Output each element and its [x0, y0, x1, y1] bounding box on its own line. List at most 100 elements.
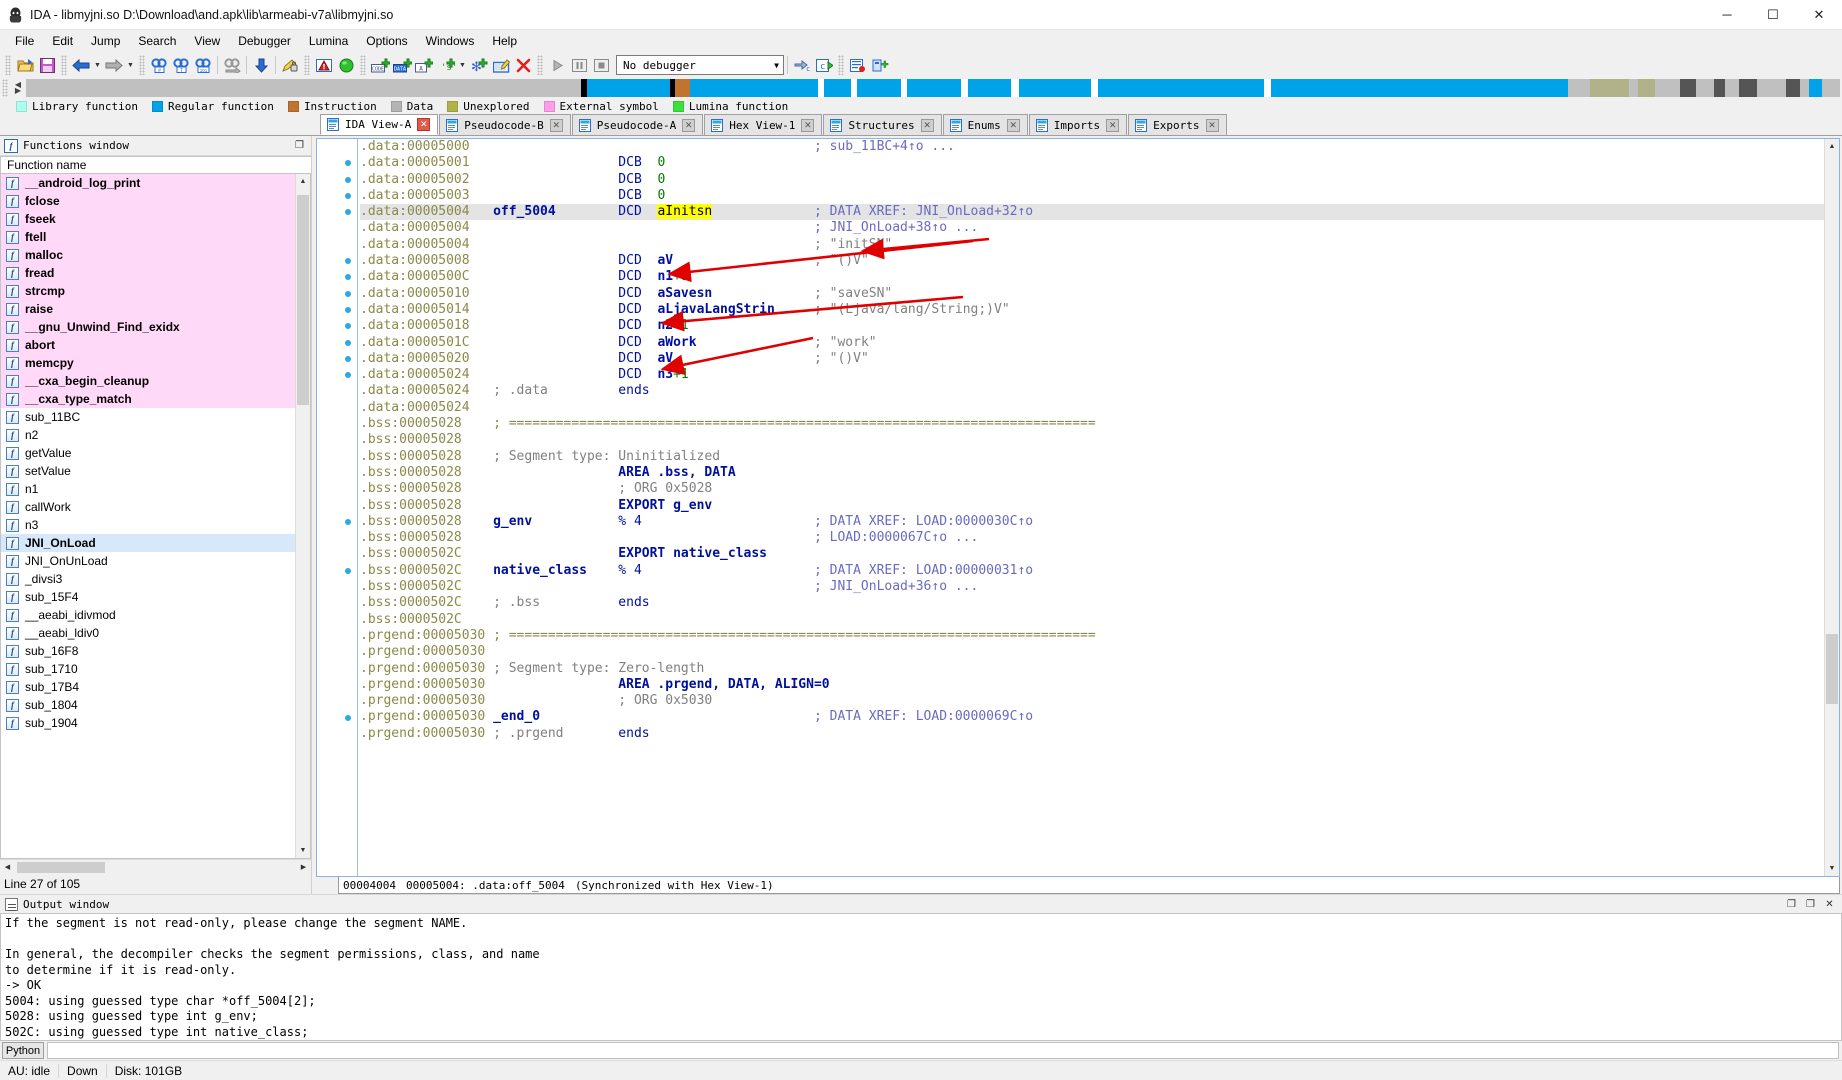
toolbar-grip-6[interactable]: [537, 55, 543, 75]
function-list-item[interactable]: f sub_16F8: [1, 642, 295, 660]
toolbar-grip[interactable]: [5, 55, 11, 75]
disassembly-line[interactable]: .bss:00005028 EXPORT g_env: [360, 498, 1824, 514]
rename-icon[interactable]: [490, 54, 512, 76]
make-string-dropdown-icon[interactable]: ▼: [457, 54, 468, 76]
navband-grip[interactable]: [2, 79, 8, 97]
menu-item-windows[interactable]: Windows: [417, 32, 484, 50]
function-list-item[interactable]: f JNI_OnLoad: [1, 534, 295, 552]
function-list-item[interactable]: f getValue: [1, 444, 295, 462]
toolbar-grip-4[interactable]: [304, 55, 310, 75]
function-list-item[interactable]: f fclose: [1, 192, 295, 210]
forward-dropdown-icon[interactable]: ▼: [125, 54, 136, 76]
run-green-icon[interactable]: [335, 54, 357, 76]
functions-scroll-up-button[interactable]: ▲: [296, 174, 310, 189]
forward-arrow-icon[interactable]: [103, 54, 125, 76]
disassembly-line[interactable]: .data:00005003 DCB 0: [360, 188, 1824, 204]
disassembly-line[interactable]: .data:00005004 ; "initSN": [360, 237, 1824, 253]
output-window-close-button[interactable]: ✕: [1823, 898, 1836, 911]
functions-scroll-thumb[interactable]: [297, 195, 309, 405]
disassembly-line[interactable]: .data:00005014 DCD aLjavaLangStrin ; "(L…: [360, 302, 1824, 318]
menu-item-view[interactable]: View: [185, 32, 229, 50]
function-list-item[interactable]: f JNI_OnUnLoad: [1, 552, 295, 570]
functions-scroll-down-button[interactable]: ▼: [296, 843, 310, 858]
make-code-icon[interactable]: CODE: [369, 54, 391, 76]
search-text-icon[interactable]: T: [170, 54, 192, 76]
save-icon[interactable]: [36, 54, 58, 76]
functions-vertical-scrollbar[interactable]: ▲ ▼: [295, 174, 310, 858]
functions-window-restore-button[interactable]: ❐: [293, 139, 306, 152]
back-arrow-icon[interactable]: [70, 54, 92, 76]
disassembly-line[interactable]: .data:00005018 DCD n2+1: [360, 318, 1824, 334]
tab-close-icon[interactable]: ✕: [417, 118, 431, 131]
debug-pause-icon[interactable]: [568, 54, 590, 76]
command-input[interactable]: [47, 1042, 1839, 1059]
disassembly-line[interactable]: .bss:0000502C: [360, 612, 1824, 628]
function-list-item[interactable]: f __android_log_print: [1, 174, 295, 192]
disassembly-line[interactable]: .data:00005010 DCD aSavesn ; "saveSN": [360, 286, 1824, 302]
search-hash-icon[interactable]: #: [148, 54, 170, 76]
function-list-item[interactable]: f __cxa_type_match: [1, 390, 295, 408]
disassembly-line[interactable]: .bss:00005028 ; LOAD:0000067C↑o ...: [360, 530, 1824, 546]
menu-item-search[interactable]: Search: [129, 32, 185, 50]
navband-scroll-arrows[interactable]: ◀ ▶: [10, 81, 26, 95]
make-data-icon[interactable]: DATA: [391, 54, 413, 76]
function-list-item[interactable]: f raise: [1, 300, 295, 318]
function-list-item[interactable]: f n1: [1, 480, 295, 498]
function-list-item[interactable]: f sub_11BC: [1, 408, 295, 426]
warning-icon[interactable]: [313, 54, 335, 76]
disassembly-line[interactable]: .bss:00005028 AREA .bss, DATA: [360, 465, 1824, 481]
disassembly-line[interactable]: .prgend:00005030 ; .prgend ends: [360, 726, 1824, 742]
function-list-item[interactable]: f malloc: [1, 246, 295, 264]
disassembly-line[interactable]: .bss:0000502C native_class % 4 ; DATA XR…: [360, 563, 1824, 579]
jump-down-icon[interactable]: [250, 54, 272, 76]
functions-list[interactable]: f __android_log_print f fclose f fseek f ftell f…: [1, 174, 295, 858]
menu-item-help[interactable]: Help: [483, 32, 526, 50]
functions-hscroll-track[interactable]: [15, 861, 296, 874]
disassembly-line[interactable]: .data:00005004 ; JNI_OnLoad+38↑o ...: [360, 220, 1824, 236]
disassembly-line[interactable]: .prgend:00005030 ; ORG 0x5030: [360, 693, 1824, 709]
toolbar-grip-5[interactable]: [360, 55, 366, 75]
functions-hscroll-thumb[interactable]: [17, 861, 105, 873]
search-next-icon[interactable]: [221, 54, 243, 76]
function-list-item[interactable]: f n2: [1, 426, 295, 444]
disassembly-line[interactable]: .bss:00005028: [360, 432, 1824, 448]
disassembly-scroll-up-button[interactable]: ▲: [1825, 139, 1839, 154]
disassembly-line[interactable]: .data:0000500C DCD n1+1: [360, 269, 1824, 285]
tab-exports[interactable]: Exports ✕: [1128, 114, 1227, 135]
disassembly-vertical-scrollbar[interactable]: ▲ ▼: [1824, 139, 1839, 876]
tab-pseudocode-b[interactable]: Pseudocode-B ✕: [439, 114, 571, 135]
function-list-item[interactable]: f strcmp: [1, 282, 295, 300]
disassembly-line[interactable]: .bss:0000502C EXPORT native_class: [360, 546, 1824, 562]
function-list-item[interactable]: f abort: [1, 336, 295, 354]
output-window-restore-button[interactable]: ❐: [1785, 898, 1798, 911]
function-list-item[interactable]: f _divsi3: [1, 570, 295, 588]
disassembly-scroll-track[interactable]: [1825, 154, 1839, 861]
disassembly-line[interactable]: .bss:00005028 ; ========================…: [360, 416, 1824, 432]
menu-item-debugger[interactable]: Debugger: [229, 32, 300, 50]
search-binary-icon[interactable]: 101: [192, 54, 214, 76]
toolbar-grip-3[interactable]: [139, 55, 145, 75]
python-prompt-label[interactable]: Python: [2, 1042, 44, 1059]
disassembly-line[interactable]: .prgend:00005030 _end_0 ; DATA XREF: LOA…: [360, 709, 1824, 725]
make-string-icon[interactable]: 's': [435, 54, 457, 76]
debugger-select[interactable]: No debugger ▼: [616, 55, 784, 75]
disassembly-line[interactable]: .data:00005002 DCB 0: [360, 172, 1824, 188]
step-over-icon[interactable]: c: [813, 54, 835, 76]
tab-pseudocode-a[interactable]: Pseudocode-A ✕: [571, 114, 704, 135]
tab-ida-view-a[interactable]: IDA View-A ✕: [320, 114, 439, 135]
open-file-icon[interactable]: [14, 54, 36, 76]
function-list-item[interactable]: f __cxa_begin_cleanup: [1, 372, 295, 390]
debug-stop-icon[interactable]: [590, 54, 612, 76]
disassembly-line[interactable]: .data:00005024 ; .data ends: [360, 383, 1824, 399]
minimize-button[interactable]: ─: [1704, 0, 1750, 30]
disassembly-line[interactable]: .data:00005008 DCD aV ; "()V": [360, 253, 1824, 269]
navband-right-arrow-icon[interactable]: ▶: [15, 87, 21, 95]
tracing-icon[interactable]: [869, 54, 891, 76]
tab-structures[interactable]: Structures ✕: [823, 114, 942, 135]
functions-column-header[interactable]: Function name: [0, 156, 311, 174]
navigation-band[interactable]: [26, 79, 1840, 97]
function-list-item[interactable]: f sub_1804: [1, 696, 295, 714]
function-list-item[interactable]: f sub_1904: [1, 714, 295, 732]
tab-enums[interactable]: Enums ✕: [942, 114, 1028, 135]
disassembly-line[interactable]: .data:00005000 ; sub_11BC+4↑o ...: [360, 139, 1824, 155]
